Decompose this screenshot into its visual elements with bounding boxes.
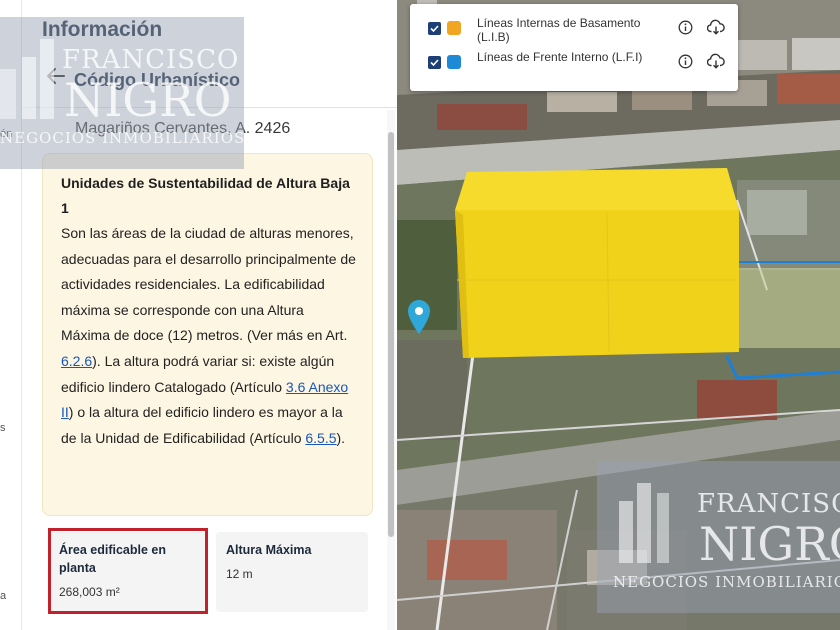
panel-title: Información (42, 18, 163, 41)
location-pin-icon[interactable] (408, 300, 430, 334)
address-text: Magariños Cervantes, A. 2426 (75, 120, 291, 137)
cloud-download-icon[interactable] (706, 53, 725, 70)
legend-swatch-lfi (447, 55, 461, 69)
info-icon[interactable] (678, 54, 693, 69)
panel-subtitle: Código Urbanístico (74, 70, 240, 90)
zoning-title: Unidades de Sustentabilidad de Altura Ba… (61, 175, 350, 216)
stat-value-max-height: 12 m (226, 567, 253, 581)
legend-label-lfi: Líneas de Frente Interno (L.F.I) (477, 50, 643, 64)
legend-checkbox-lfi[interactable] (428, 56, 441, 69)
zoning-description: Son las áreas de la ciudad de alturas me… (61, 221, 356, 451)
legend-checkbox-lib[interactable] (428, 22, 441, 35)
stat-label-buildable-area: Área edificable en planta (59, 543, 166, 575)
stat-card-buildable-area: Área edificable en planta 268,003 m² (49, 532, 206, 612)
stat-label-max-height: Altura Máxima (226, 543, 312, 557)
cloud-download-icon[interactable] (706, 19, 725, 36)
map-3d-view[interactable] (397, 0, 840, 630)
sidebar-fragment-top: ón (0, 128, 13, 140)
arrow-left-icon[interactable] (44, 64, 68, 88)
info-panel: Información Código Urbanístico Magariños… (22, 0, 397, 630)
article-link-6-5-5[interactable]: 6.5.5 (305, 430, 336, 446)
legend-swatch-lib (447, 21, 461, 35)
stat-value-buildable-area: 268,003 m² (59, 585, 120, 599)
legend-item-lfi: Líneas de Frente Interno (L.F.I) (410, 42, 738, 78)
stat-card-max-height: Altura Máxima 12 m (216, 532, 368, 612)
layers-legend: Líneas Internas de Basamento (L.I.B) Lín… (410, 4, 738, 91)
info-icon[interactable] (678, 20, 693, 35)
zoning-text-1: Son las áreas de la ciudad de alturas me… (61, 225, 356, 344)
zoning-text-4: ). (336, 429, 346, 446)
legend-label-lib: Líneas Internas de Basamento (L.I.B) (477, 16, 641, 44)
sidebar-fragment-bottom: a (0, 590, 7, 602)
panel-scrollbar-thumb[interactable] (388, 132, 394, 537)
zoning-text-3: ) o la altura del edificio lindero es ma… (61, 404, 343, 446)
legend-item-lib: Líneas Internas de Basamento (L.I.B) (410, 8, 738, 44)
sidebar-fragment-mid: s (0, 422, 6, 434)
left-sidebar-strip: ón s a (0, 0, 22, 630)
aerial-imagery (397, 0, 840, 630)
panel-header: Información Código Urbanístico (22, 0, 397, 108)
article-link-6-2-6[interactable]: 6.2.6 (61, 353, 92, 369)
zoning-info-card: Unidades de Sustentabilidad de Altura Ba… (42, 153, 373, 516)
